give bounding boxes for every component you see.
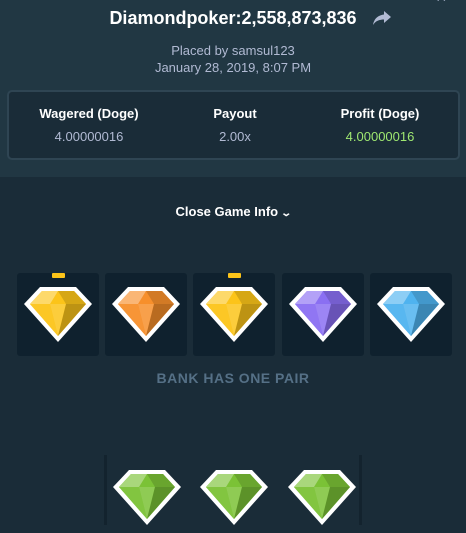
pair-marker — [228, 273, 241, 278]
chevron-down-icon: ⌄ — [280, 208, 293, 219]
player-card-1 — [111, 466, 183, 533]
gem-icon — [113, 470, 181, 525]
bet-date: January 28, 2019, 8:07 PM — [154, 60, 312, 75]
gem-icon — [289, 287, 357, 342]
gem-icon — [200, 287, 268, 342]
gem-icon — [288, 470, 356, 525]
gem-icon — [24, 287, 92, 342]
stat-value: 2.00x — [219, 129, 251, 144]
bank-card-2 — [105, 273, 187, 356]
placed-by-text: Placed by samsul123 — [171, 43, 295, 58]
stat-label: Wagered (Doge) — [39, 106, 139, 121]
toggle-label: Close Game Info — [175, 204, 279, 219]
gem-icon — [112, 287, 180, 342]
bet-meta: Placed by samsul123 January 28, 2019, 8:… — [0, 42, 466, 76]
close-game-info-toggle[interactable]: Close Game Info ⌄ — [0, 204, 466, 219]
stat-value: 4.00000016 — [54, 129, 124, 144]
stat-label: Profit (Doge) — [340, 106, 420, 121]
pair-marker — [52, 273, 65, 278]
bet-details-header: Diamondpoker:2,558,873,836 × Placed by s… — [0, 0, 466, 177]
hand-divider — [104, 455, 107, 525]
bank-card-1 — [17, 273, 99, 356]
bank-card-5 — [370, 273, 452, 356]
stat-label: Payout — [213, 106, 257, 121]
gem-icon — [200, 470, 268, 525]
bank-result-text: BANK HAS ONE PAIR — [156, 370, 310, 386]
stat-profit: Profit (Doge) 4.00000016 — [305, 106, 455, 144]
game-title: Diamondpoker:2,558,873,836 — [109, 8, 357, 28]
bank-card-4 — [282, 273, 364, 356]
bank-card-3 — [193, 273, 275, 356]
share-icon[interactable] — [372, 10, 392, 26]
stat-payout: Payout 2.00x — [160, 106, 310, 144]
stat-value: 4.00000016 — [345, 129, 415, 144]
bet-stats-panel: Wagered (Doge) 4.00000016 Payout 2.00x P… — [7, 90, 460, 160]
player-card-2 — [198, 466, 270, 533]
hand-divider — [359, 455, 362, 525]
gem-icon — [377, 287, 445, 342]
player-card-3 — [286, 466, 358, 533]
close-icon[interactable]: × — [436, 0, 454, 6]
stat-wagered: Wagered (Doge) 4.00000016 — [14, 106, 164, 144]
